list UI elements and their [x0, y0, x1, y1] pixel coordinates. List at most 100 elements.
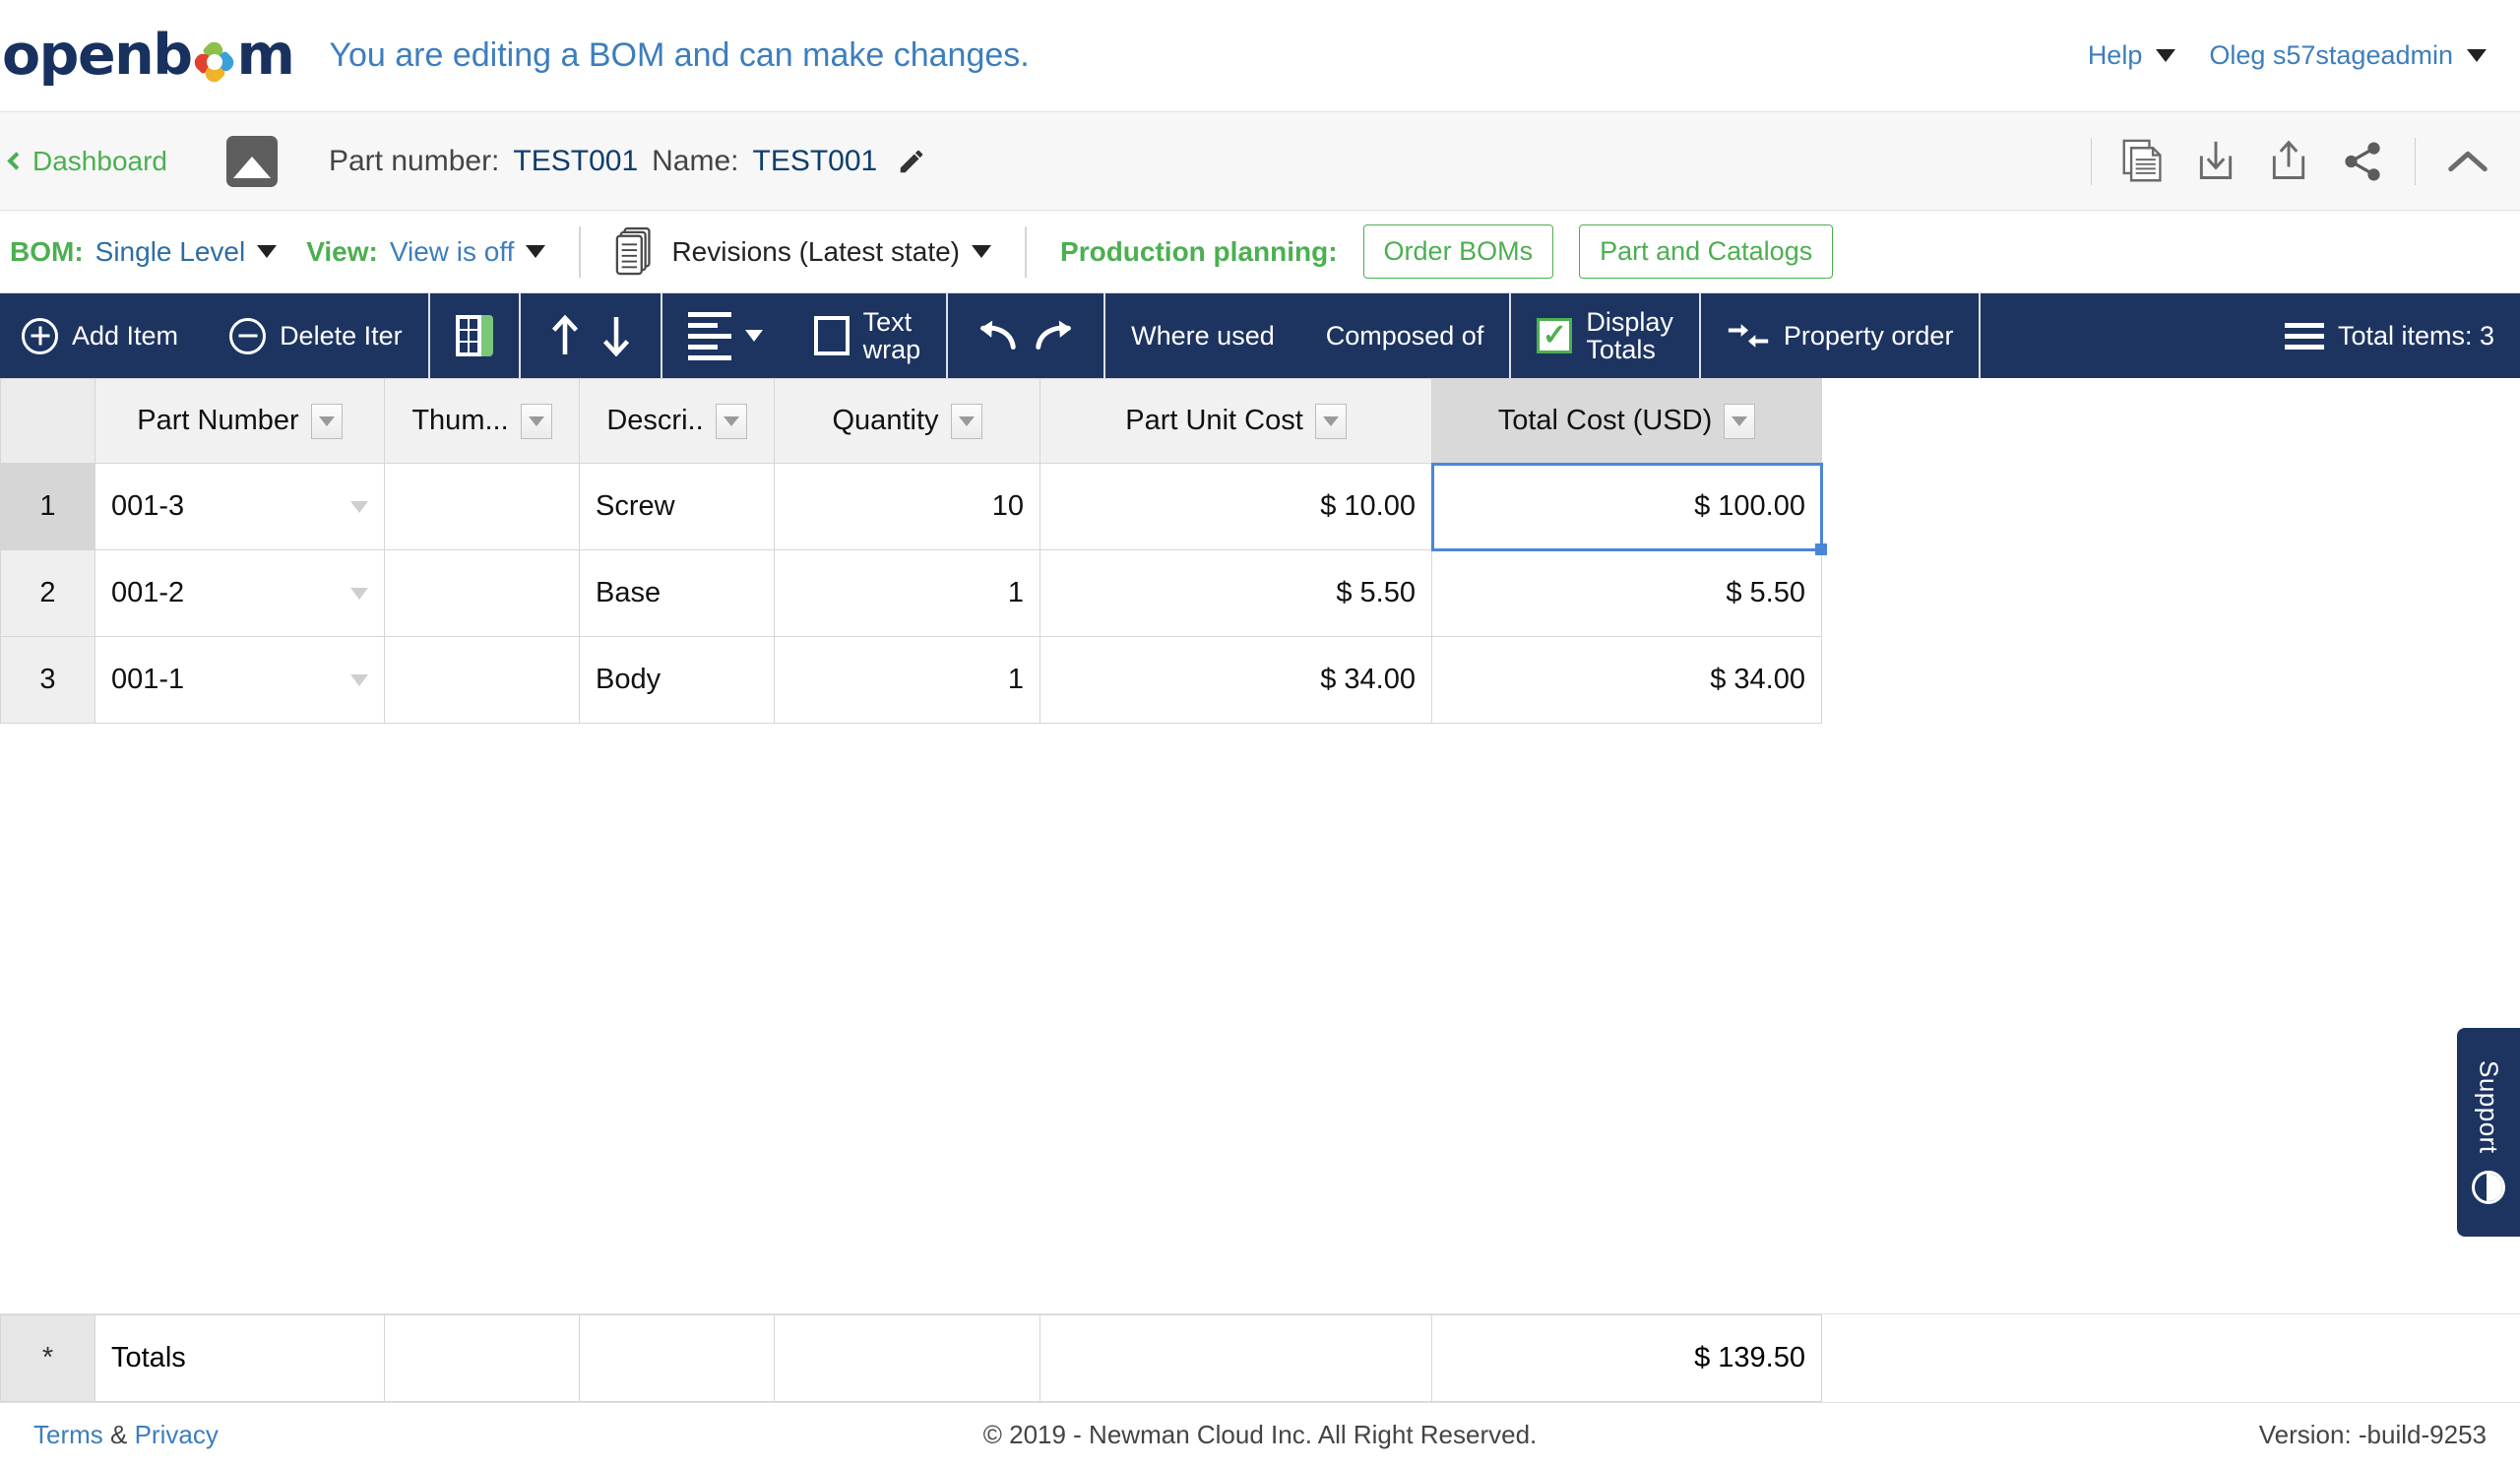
divider	[1025, 225, 1028, 278]
filter-dropdown-icon[interactable]	[1724, 403, 1756, 439]
delete-item-button[interactable]: Delete Iter	[204, 293, 428, 378]
display-totals-toggle[interactable]: ✓ Display Totals	[1511, 293, 1699, 378]
column-header-thumbnail[interactable]: Thum...	[384, 378, 580, 464]
user-menu[interactable]: Oleg s57stageadmin	[2209, 40, 2487, 71]
cell-part-number[interactable]: 001-1	[94, 636, 385, 724]
cell-part-number[interactable]: 001-2	[94, 549, 385, 637]
dashboard-back-link[interactable]: Dashboard	[7, 146, 167, 177]
cell-thumbnail[interactable]	[384, 636, 580, 724]
divider	[660, 293, 662, 378]
filter-dropdown-icon[interactable]	[1314, 403, 1347, 439]
redo-icon[interactable]	[1033, 316, 1078, 355]
cell-total-cost[interactable]: $ 100.00	[1430, 462, 1827, 555]
add-item-button[interactable]: Add Item	[0, 293, 204, 378]
cell-quantity[interactable]: 1	[774, 636, 1040, 724]
hamburger-menu-icon[interactable]	[2284, 322, 2324, 350]
cell-quantity[interactable]: 10	[774, 463, 1040, 550]
copy-document-icon[interactable]	[2121, 138, 2165, 185]
filter-dropdown-icon[interactable]	[950, 403, 982, 439]
cell-description[interactable]: Screw	[579, 463, 775, 550]
column-header-description[interactable]: Descri..	[579, 378, 775, 464]
total-items-menu[interactable]: Total items: 3	[2259, 293, 2520, 378]
chevron-down-icon	[2156, 49, 2176, 62]
row-number[interactable]: 1	[0, 463, 95, 550]
cell-part-unit-cost[interactable]: $ 5.50	[1040, 549, 1432, 637]
move-row-buttons[interactable]	[521, 293, 661, 378]
totals-strip: * Totals $ 139.50	[0, 1313, 2520, 1402]
cell-part-number[interactable]: 001-3	[94, 463, 385, 550]
fill-handle[interactable]	[1815, 543, 1827, 555]
chevron-down-icon	[744, 330, 763, 342]
divider	[1509, 293, 1512, 378]
column-header-total-cost[interactable]: Total Cost (USD)	[1431, 378, 1822, 464]
order-boms-button[interactable]: Order BOMs	[1362, 224, 1554, 279]
revisions-selector[interactable]: Revisions (Latest state)	[614, 225, 992, 279]
spreadsheet-export-button[interactable]	[430, 293, 519, 378]
row-number[interactable]: 3	[0, 636, 95, 724]
column-header-part-number[interactable]: Part Number	[94, 378, 385, 464]
undo-redo-group[interactable]	[948, 293, 1103, 378]
cell-description[interactable]: Body	[579, 636, 775, 724]
table-body: 1 001-3 Screw 10 $ 10.00 $ 100.00 2 001-…	[0, 462, 1827, 724]
text-wrap-toggle[interactable]: Text wrap	[788, 293, 947, 378]
footer-bar: Terms & Privacy © 2019 - Newman Cloud In…	[0, 1402, 2520, 1467]
text-wrap-line1: Text	[862, 306, 913, 337]
filter-dropdown-icon[interactable]	[715, 403, 747, 439]
image-thumbnail-icon[interactable]	[225, 135, 278, 187]
view-selector[interactable]: View: View is off	[306, 236, 546, 268]
table-row[interactable]: 1 001-3 Screw 10 $ 10.00 $ 100.00	[0, 462, 1827, 555]
row-number[interactable]: 2	[0, 549, 95, 637]
column-label: Quantity	[832, 405, 939, 436]
cell-thumbnail[interactable]	[384, 463, 580, 550]
name-label: Name:	[652, 144, 739, 177]
composed-of-button[interactable]: Composed of	[1300, 293, 1510, 378]
table-row[interactable]: 3 001-1 Body 1 $ 34.00 $ 34.00	[0, 636, 1822, 724]
cell-quantity[interactable]: 1	[774, 549, 1040, 637]
share-icon[interactable]	[2340, 139, 2385, 184]
chevron-down-icon	[2467, 49, 2487, 62]
upload-icon[interactable]	[2267, 138, 2310, 185]
where-used-button[interactable]: Where used	[1105, 293, 1300, 378]
cell-total-cost[interactable]: $ 5.50	[1431, 549, 1822, 637]
text-align-dropdown[interactable]	[662, 293, 788, 378]
logo-colored-o-icon	[190, 37, 237, 86]
filter-dropdown-icon[interactable]	[520, 403, 552, 439]
production-planning-group: Production planning: Order BOMs Part and…	[1060, 224, 1834, 279]
name-value: TEST001	[752, 144, 878, 177]
square-checkbox-icon	[813, 316, 850, 355]
download-icon[interactable]	[2194, 138, 2237, 185]
table-row[interactable]: 2 001-2 Base 1 $ 5.50 $ 5.50	[0, 549, 1822, 637]
cell-part-unit-cost[interactable]: $ 10.00	[1040, 463, 1432, 550]
cell-description[interactable]: Base	[579, 549, 775, 637]
chevron-down-icon[interactable]	[350, 587, 368, 600]
arrow-down-icon[interactable]	[598, 313, 635, 358]
help-menu[interactable]: Help	[2088, 40, 2176, 71]
chevron-down-icon[interactable]	[350, 673, 368, 686]
arrow-up-icon[interactable]	[546, 313, 584, 358]
where-used-label: Where used	[1131, 320, 1275, 351]
cell-thumbnail[interactable]	[384, 549, 580, 637]
terms-link[interactable]: Terms	[33, 1420, 103, 1449]
property-order-button[interactable]: Property order	[1701, 293, 1980, 378]
bom-selector[interactable]: BOM: Single Level	[10, 236, 278, 268]
minus-circle-icon	[229, 317, 267, 354]
totals-part-unit-cost	[1040, 1314, 1432, 1402]
column-header-quantity[interactable]: Quantity	[774, 378, 1040, 464]
cell-total-cost[interactable]: $ 34.00	[1431, 636, 1822, 724]
undo-icon[interactable]	[974, 316, 1019, 355]
divider	[1698, 293, 1701, 378]
openbom-logo[interactable]: openb m	[2, 28, 295, 86]
support-tab[interactable]: Support	[2457, 1028, 2520, 1237]
footer-links: Terms & Privacy	[33, 1420, 219, 1450]
cell-part-unit-cost[interactable]: $ 34.00	[1040, 636, 1432, 724]
pencil-icon[interactable]	[897, 147, 926, 176]
property-order-icon	[1727, 318, 1770, 353]
column-header-part-unit-cost[interactable]: Part Unit Cost	[1040, 378, 1432, 464]
part-and-catalogs-button[interactable]: Part and Catalogs	[1579, 224, 1834, 279]
privacy-link[interactable]: Privacy	[135, 1420, 219, 1449]
chevron-down-icon[interactable]	[350, 500, 368, 513]
totals-table: * Totals $ 139.50	[0, 1314, 1822, 1402]
chevron-up-icon[interactable]	[2445, 145, 2490, 178]
chevron-down-icon	[526, 245, 546, 258]
filter-dropdown-icon[interactable]	[310, 403, 343, 439]
